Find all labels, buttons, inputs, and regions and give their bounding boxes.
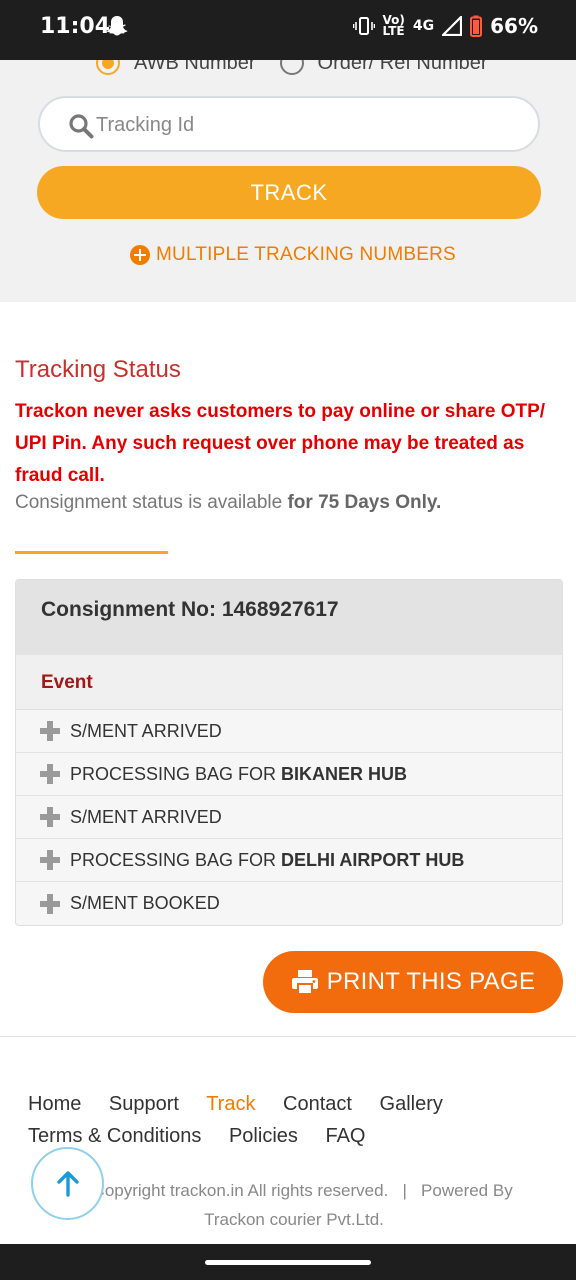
track-button[interactable]: TRACK (37, 166, 541, 219)
printer-icon (291, 970, 318, 995)
footer-nav: Home Support Track Contact Gallery Terms… (28, 1088, 558, 1152)
expand-plus-icon (40, 807, 60, 827)
lte-label: LTE (382, 24, 405, 38)
table-row[interactable]: S/MENT ARRIVED (16, 796, 562, 839)
table-row[interactable]: PROCESSING BAG FOR DELHI AIRPORT HUB (16, 839, 562, 882)
tracking-type-selector: AWB Number Order/ Ref Number (96, 60, 512, 78)
scroll-to-top-button[interactable] (31, 1147, 104, 1220)
radio-awb-label: AWB Number (134, 60, 256, 74)
network-type: 4G (412, 18, 435, 34)
radio-order-label: Order/ Ref Number (317, 60, 488, 74)
footer-link-faq[interactable]: FAQ (325, 1125, 365, 1147)
footer-link-contact[interactable]: Contact (283, 1093, 352, 1115)
arrow-up-icon (56, 1170, 79, 1197)
section-divider (15, 551, 168, 554)
status-bar: 11:04 Vo) LTE 4G 66% (0, 0, 576, 60)
expand-plus-icon (40, 893, 60, 914)
radio-order-ref-number[interactable] (279, 60, 304, 75)
search-icon (69, 114, 94, 139)
expand-plus-icon (40, 721, 60, 741)
table-row[interactable]: S/MENT ARRIVED (16, 710, 562, 753)
tracking-id-input[interactable] (96, 108, 516, 142)
footer-link-gallery[interactable]: Gallery (380, 1093, 443, 1115)
signal-icon (442, 16, 463, 36)
battery-percent: 66% (490, 14, 538, 38)
multiple-tracking-label: MULTIPLE TRACKING NUMBERS (156, 244, 456, 265)
consignment-table: Consignment No: 1468927617 Event S/MENT … (15, 579, 563, 926)
table-row[interactable]: S/MENT BOOKED (16, 882, 562, 925)
tracking-id-field[interactable] (38, 96, 540, 152)
snapchat-icon (106, 16, 128, 36)
radio-awb-number[interactable] (96, 60, 120, 75)
tracking-status-title: Tracking Status (15, 356, 181, 383)
print-page-button[interactable]: PRINT THIS PAGE (263, 951, 563, 1013)
print-page-label: PRINT THIS PAGE (326, 968, 536, 995)
plus-circle-icon (130, 245, 150, 265)
home-gesture-handle[interactable] (205, 1260, 371, 1265)
system-nav-bar (0, 1244, 576, 1280)
vibrate-icon (352, 17, 375, 35)
fraud-warning: Trackon never asks customers to pay onli… (15, 401, 546, 486)
battery-icon (470, 15, 483, 37)
tracking-form: AWB Number Order/ Ref Number TRACK MULTI… (0, 60, 576, 302)
footer-link-track[interactable]: Track (206, 1093, 255, 1115)
footer-divider (0, 1036, 576, 1037)
table-row[interactable]: PROCESSING BAG FOR BIKANER HUB (16, 753, 562, 796)
consignment-number: Consignment No: 1468927617 (16, 580, 562, 655)
event-column-header: Event (16, 655, 562, 710)
footer-link-home[interactable]: Home (28, 1093, 81, 1115)
expand-plus-icon (40, 850, 60, 870)
status-time: 11:04 (40, 14, 111, 39)
footer-link-terms[interactable]: Terms & Conditions (28, 1125, 201, 1147)
availability-note: Consignment status is available for 75 D… (15, 492, 442, 513)
multiple-tracking-link[interactable]: MULTIPLE TRACKING NUMBERS (130, 244, 456, 266)
footer-link-support[interactable]: Support (109, 1093, 179, 1115)
footer-link-policies[interactable]: Policies (229, 1125, 298, 1147)
expand-plus-icon (40, 764, 60, 784)
